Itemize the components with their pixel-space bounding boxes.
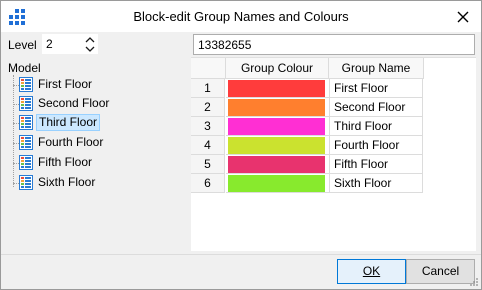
table-row[interactable]: 4 Fourth Floor: [191, 136, 476, 155]
group-name-cell[interactable]: Second Floor: [329, 98, 423, 117]
colour-swatch[interactable]: [228, 80, 325, 97]
close-icon: [457, 11, 469, 22]
row-number[interactable]: 2: [191, 98, 225, 117]
group-name-cell[interactable]: Sixth Floor: [329, 174, 423, 193]
colour-swatch[interactable]: [228, 175, 325, 192]
group-name-cell[interactable]: First Floor: [329, 79, 423, 98]
tree-item-fifth-floor[interactable]: Fifth Floor: [13, 153, 183, 172]
tree-item-label: Sixth Floor: [38, 175, 96, 189]
row-number[interactable]: 1: [191, 79, 225, 98]
group-name-cell[interactable]: Fifth Floor: [329, 155, 423, 174]
title-bar: Block-edit Group Names and Colours: [1, 1, 481, 32]
cancel-button-label: Cancel: [421, 264, 460, 278]
group-table-icon: [19, 155, 33, 170]
tree-item-fourth-floor[interactable]: Fourth Floor: [13, 133, 183, 152]
row-number[interactable]: 3: [191, 117, 225, 136]
tree-item-label: Third Floor: [36, 114, 101, 131]
group-table: Group Colour Group Name 1 First Floor 2 …: [191, 57, 476, 251]
colour-swatch[interactable]: [228, 99, 325, 116]
tree-item-third-floor[interactable]: Third Floor: [13, 113, 183, 132]
footer-divider: [1, 254, 481, 255]
tree-item-first-floor[interactable]: First Floor: [13, 75, 183, 94]
row-number[interactable]: 5: [191, 155, 225, 174]
group-table-icon: [19, 115, 33, 130]
group-table-icon: [19, 175, 33, 190]
row-header-corner: [191, 58, 226, 79]
dialog-window: Block-edit Group Names and Colours Level…: [0, 0, 482, 290]
table-row[interactable]: 3 Third Floor: [191, 117, 476, 136]
table-header: Group Colour Group Name: [191, 58, 476, 79]
ok-button-label: OK: [362, 264, 381, 278]
window-title: Block-edit Group Names and Colours: [133, 9, 349, 24]
ok-button[interactable]: OK: [337, 259, 406, 284]
model-tree-root[interactable]: Model: [8, 61, 41, 75]
row-number[interactable]: 4: [191, 136, 225, 155]
tree-item-label: Fourth Floor: [38, 135, 104, 149]
resize-grip-icon[interactable]: [469, 277, 479, 287]
table-row[interactable]: 2 Second Floor: [191, 98, 476, 117]
colour-swatch[interactable]: [228, 118, 325, 135]
row-number[interactable]: 6: [191, 174, 225, 193]
table-row[interactable]: 1 First Floor: [191, 79, 476, 98]
colour-swatch[interactable]: [228, 137, 325, 154]
colour-swatch[interactable]: [228, 156, 325, 173]
group-table-icon: [19, 96, 33, 111]
group-name-input[interactable]: [193, 34, 475, 55]
level-spinner[interactable]: 2: [42, 34, 98, 54]
table-row[interactable]: 6 Sixth Floor: [191, 174, 476, 193]
table-row[interactable]: 5 Fifth Floor: [191, 155, 476, 174]
level-value[interactable]: 2: [46, 37, 53, 51]
group-table-icon: [19, 135, 33, 150]
column-header-group-colour[interactable]: Group Colour: [226, 58, 329, 79]
tree-item-sixth-floor[interactable]: Sixth Floor: [13, 173, 183, 192]
tree-item-label: Second Floor: [38, 96, 110, 110]
group-name-cell[interactable]: Third Floor: [329, 117, 423, 136]
level-label: Level: [8, 38, 37, 52]
close-button[interactable]: [445, 1, 481, 32]
column-header-group-name[interactable]: Group Name: [329, 58, 424, 79]
tree-item-second-floor[interactable]: Second Floor: [13, 94, 183, 113]
cancel-button[interactable]: Cancel: [406, 259, 475, 284]
chevron-up-icon[interactable]: [85, 36, 95, 44]
group-name-cell[interactable]: Fourth Floor: [329, 136, 423, 155]
chevron-down-icon[interactable]: [85, 45, 95, 53]
tree-item-label: Fifth Floor: [38, 155, 93, 169]
group-table-icon: [19, 77, 33, 92]
tree-item-label: First Floor: [38, 77, 92, 91]
